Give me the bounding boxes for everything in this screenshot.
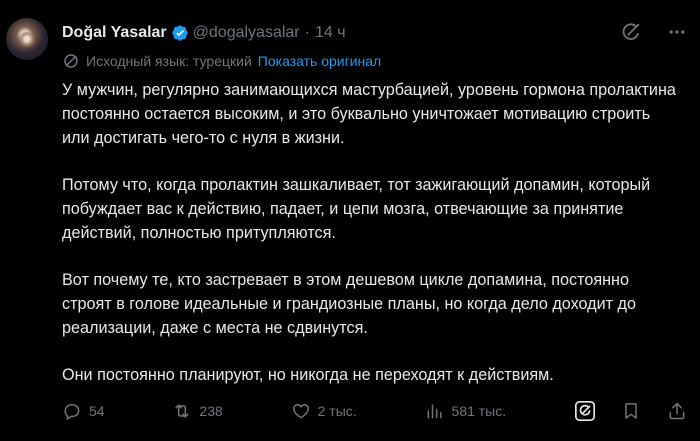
share-button[interactable] <box>666 400 688 422</box>
author-name[interactable]: Doğal Yasalar <box>62 24 167 42</box>
bookmark-icon <box>625 403 637 419</box>
show-original-link[interactable]: Показать оригинал <box>258 53 381 69</box>
tweet-paragraph: У мужчин, регулярно занимающихся мастурб… <box>62 81 676 147</box>
tweet-time[interactable]: 14 ч <box>315 24 346 42</box>
views-icon <box>427 404 442 419</box>
author-handle[interactable]: @dogalyasalar <box>193 24 300 42</box>
separator: · <box>304 24 310 41</box>
grok-icon <box>574 401 595 421</box>
tweet-paragraph: Они постоянно планируют, но никогда не п… <box>62 366 554 384</box>
tweet-paragraph: Потому что, когда пролактин зашкаливает,… <box>62 176 651 242</box>
grok-analyze-button[interactable] <box>574 400 596 422</box>
tweet-actions: 54 238 2 тыс. 581 тыс. <box>62 399 688 423</box>
views-count: 581 тыс. <box>451 403 507 419</box>
source-language-label: Исходный язык: турецкий <box>86 53 252 69</box>
tweet-header: Doğal Yasalar @dogalyasalar · 14 ч <box>62 22 346 44</box>
avatar[interactable] <box>6 18 48 60</box>
top-actions <box>620 21 688 43</box>
translate-icon <box>64 54 78 68</box>
like-icon <box>292 404 309 419</box>
repost-count: 238 <box>199 403 223 419</box>
views-button[interactable]: 581 тыс. <box>425 401 507 421</box>
like-button[interactable]: 2 тыс. <box>291 401 357 421</box>
more-icon[interactable] <box>666 21 688 43</box>
bookmark-button[interactable] <box>620 400 642 422</box>
verified-badge-icon <box>171 25 188 41</box>
tweet-paragraph: Вот почему те, кто застревает в этом деш… <box>62 271 636 337</box>
reply-button[interactable]: 54 <box>62 401 105 421</box>
tweet: Doğal Yasalar @dogalyasalar · 14 ч Исход… <box>0 0 700 441</box>
right-actions <box>574 400 688 422</box>
translation-notice: Исходный язык: турецкий Показать оригина… <box>62 52 381 70</box>
repost-button[interactable]: 238 <box>172 401 223 421</box>
repost-icon <box>175 404 190 418</box>
tweet-text: У мужчин, регулярно занимающихся мастурб… <box>62 78 682 410</box>
reply-icon <box>64 404 80 420</box>
reply-count: 54 <box>89 403 105 419</box>
share-icon <box>669 402 685 420</box>
grok-icon[interactable] <box>620 21 642 43</box>
like-count: 2 тыс. <box>317 403 357 419</box>
